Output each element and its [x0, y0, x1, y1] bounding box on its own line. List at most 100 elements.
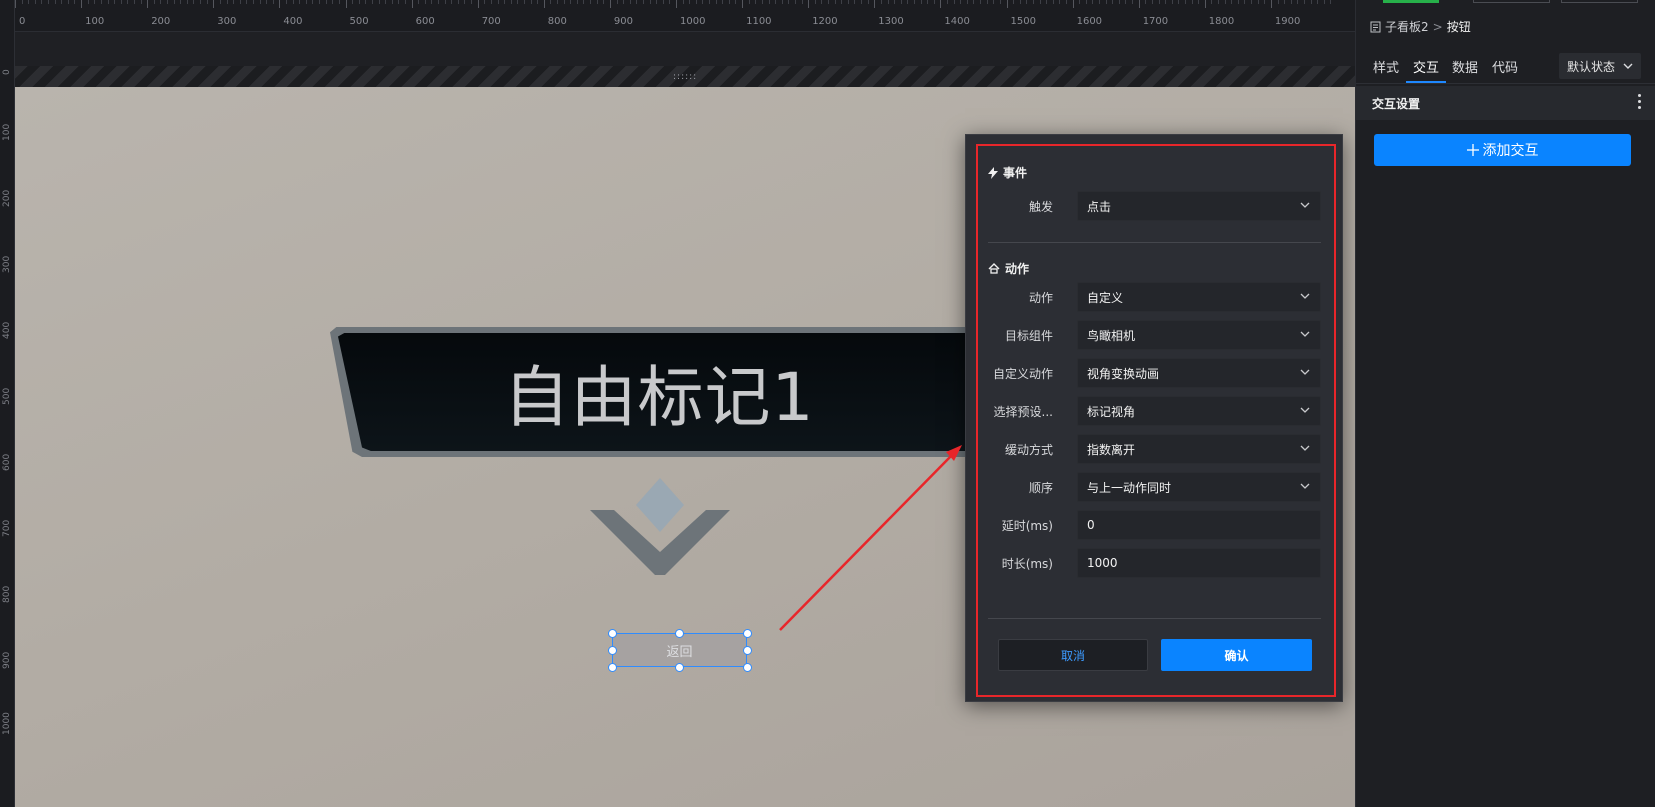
ruler-minor-tick [656, 0, 658, 4]
ruler-minor-tick [603, 0, 605, 4]
ruler-minor-tick [1132, 0, 1134, 4]
ruler-minor-tick [424, 0, 426, 4]
breadcrumb-current: 按钮 [1446, 20, 1471, 34]
resize-handle-ml[interactable] [608, 646, 617, 655]
tab-data[interactable]: 数据 [1452, 57, 1478, 76]
ruler-minor-tick [1052, 0, 1054, 4]
ruler-minor-tick [418, 0, 420, 4]
ruler-minor-tick [523, 0, 525, 4]
breadcrumb-separator: > [1432, 19, 1443, 34]
ruler-tick-label: 1700 [1142, 16, 1169, 27]
ruler-minor-tick [133, 0, 135, 4]
ruler-minor-tick [61, 0, 63, 4]
breadcrumb-parent[interactable]: 子看板2 [1385, 18, 1429, 35]
ruler-tick-label: 900 [2, 651, 12, 669]
ruler-minor-tick [490, 0, 492, 4]
resize-handle-tc[interactable] [675, 629, 684, 638]
resize-handle-bc[interactable] [675, 663, 684, 672]
tab-code[interactable]: 代码 [1492, 57, 1518, 76]
ruler-minor-tick [960, 0, 962, 4]
ruler-tick: 1700 [1138, 0, 1168, 27]
confirm-button[interactable]: 确认 [1161, 639, 1312, 671]
ruler-minor-tick [913, 0, 915, 4]
toolbar-button-edge[interactable] [1561, 0, 1638, 3]
ruler-minor-tick [993, 0, 995, 4]
app-root: 0 100 200 300 400 500 600 700 800 900 1000 1100 1200… [0, 0, 1655, 807]
ruler-minor-tick [444, 0, 446, 4]
ruler-minor-tick [497, 0, 499, 4]
plus-icon [1466, 144, 1479, 156]
cancel-button[interactable]: 取消 [998, 639, 1148, 671]
action-row-input[interactable]: 0 [1077, 510, 1321, 540]
trigger-select[interactable]: 点击 [1077, 191, 1321, 221]
ruler-minor-tick [1032, 0, 1034, 4]
ruler-minor-tick [1019, 0, 1021, 4]
ruler-tick-label: 600 [2, 453, 12, 471]
interaction-settings-title: 交互设置 [1372, 97, 1421, 111]
ruler-minor-tick [193, 0, 195, 4]
resize-handle-tr[interactable] [743, 629, 752, 638]
ruler-minor-tick [471, 0, 473, 4]
ruler-minor-tick [1231, 0, 1233, 4]
ruler-tick: 0 [15, 0, 25, 27]
ruler-minor-tick [841, 0, 843, 4]
ruler-tick: 100 [0, 124, 15, 154]
ruler-minor-tick [695, 0, 697, 4]
action-row-select[interactable]: 鸟瞰相机 [1077, 320, 1321, 350]
ruler-tick-label: 400 [2, 321, 12, 339]
back-button[interactable]: 返回 [612, 633, 747, 667]
ruler-minor-tick [755, 0, 757, 4]
resize-handle-bl[interactable] [608, 663, 617, 672]
action-row-label: 目标组件 [1004, 329, 1053, 343]
ruler-minor-tick [510, 0, 512, 4]
ruler-minor-tick [34, 0, 36, 4]
add-interaction-button[interactable]: 添加交互 [1374, 134, 1631, 166]
ruler-minor-tick [167, 0, 169, 4]
ruler-minor-tick [352, 0, 354, 4]
ruler-minor-tick [1244, 0, 1246, 4]
ruler-tick-label: 800 [2, 585, 12, 603]
ruler-minor-tick [338, 0, 340, 4]
ruler-tick: 1100 [742, 0, 772, 27]
ruler-minor-tick [900, 0, 902, 4]
action-icon [988, 263, 1000, 274]
action-row-input[interactable]: 1000 [1077, 548, 1321, 578]
resize-handle-br[interactable] [743, 663, 752, 672]
ruler-minor-tick [847, 0, 849, 4]
action-row-select[interactable]: 标记视角 [1077, 396, 1321, 426]
ruler-minor-tick [821, 0, 823, 4]
ruler-minor-tick [358, 0, 360, 4]
ruler-tick: 300 [0, 256, 15, 286]
ruler-minor-tick [973, 0, 975, 4]
tab-interaction[interactable]: 交互 [1413, 57, 1439, 76]
ruler-minor-tick [246, 0, 248, 4]
tab-style[interactable]: 样式 [1373, 57, 1399, 76]
resize-handle-tl[interactable] [608, 629, 617, 638]
ruler-minor-tick [583, 0, 585, 4]
ruler-minor-tick [748, 0, 750, 4]
action-row-select[interactable]: 指数离开 [1077, 434, 1321, 464]
ruler-minor-tick [927, 0, 929, 4]
action-row-value: 与上一动作同时 [1087, 480, 1172, 495]
ruler-minor-tick [1330, 0, 1332, 4]
state-select[interactable]: 默认状态 [1559, 53, 1641, 79]
ruler-minor-tick [1290, 0, 1292, 4]
ruler-minor-tick [1125, 0, 1127, 4]
resize-handle-mr[interactable] [743, 646, 752, 655]
action-row-select[interactable]: 与上一动作同时 [1077, 472, 1321, 502]
action-row-select[interactable]: 视角变换动画 [1077, 358, 1321, 388]
ruler-minor-tick [41, 0, 43, 4]
ruler-minor-tick [1151, 0, 1153, 4]
action-row-select[interactable]: 自定义 [1077, 282, 1321, 312]
ruler-tick-label: 100 [85, 16, 105, 27]
marker-label[interactable]: 自由标记1 [338, 333, 970, 451]
more-options-icon[interactable] [1638, 94, 1642, 110]
drag-grip-icon[interactable]: :::::: [673, 72, 697, 82]
publish-button-edge[interactable] [1383, 0, 1439, 3]
ruler-minor-tick [616, 0, 618, 4]
toolbar-button-edge[interactable] [1473, 0, 1550, 3]
ruler-minor-tick [1257, 0, 1259, 4]
chevron-down-icon [1300, 202, 1310, 208]
ruler-minor-tick [689, 0, 691, 4]
ruler-minor-tick [715, 0, 717, 4]
